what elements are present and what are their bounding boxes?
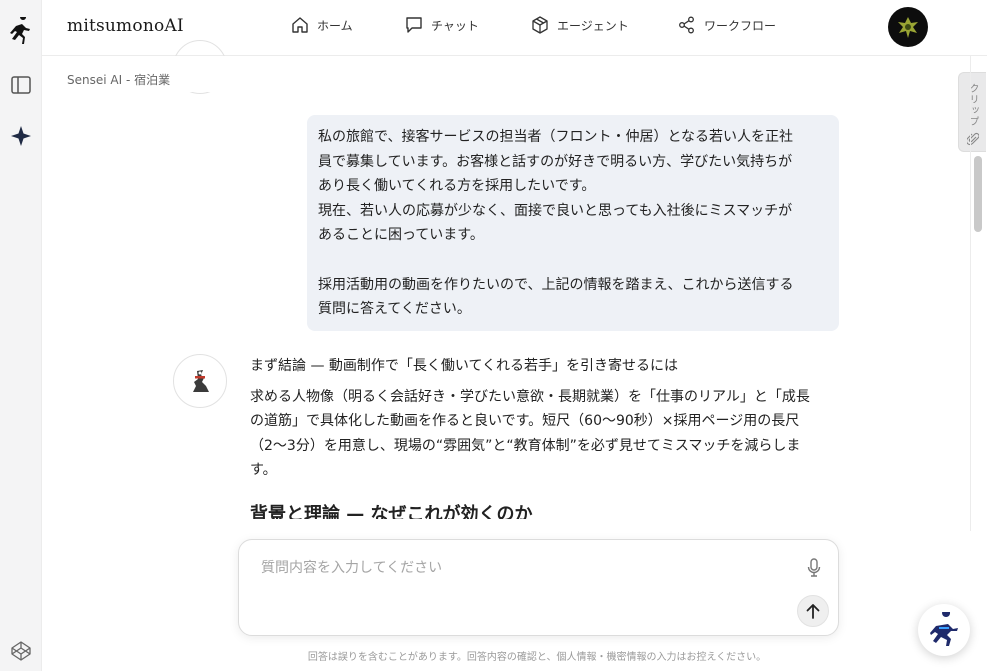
share-icon bbox=[678, 16, 696, 34]
assistant-message: まず結論 — 動画制作で「長く働いてくれる若手」を引き寄せるには 求める人物像（… bbox=[250, 354, 838, 519]
answer-line: の道筋」で具体化した動画を作ると良いです。短尺（60〜90秒）×採用ページ用の長… bbox=[250, 413, 800, 430]
message-line: 質問に答えてください。 bbox=[318, 301, 471, 318]
breadcrumb-overlay: Sensei AI - 宿泊業 bbox=[67, 71, 171, 88]
message-line: 私の旅館で、接客サービスの担当者（フロント・仲居）となる若い人を正社 bbox=[318, 129, 794, 145]
paperclip-icon bbox=[965, 131, 980, 150]
cube-icon bbox=[531, 16, 549, 34]
left-rail bbox=[0, 0, 42, 671]
nav-chat[interactable]: チャット bbox=[405, 16, 479, 34]
help-assistant-button[interactable] bbox=[918, 604, 970, 656]
answer-heading: 背景と理論 — なぜこれが効くのか bbox=[250, 503, 533, 519]
chat-icon bbox=[405, 16, 423, 34]
answer-line: す。 bbox=[250, 462, 277, 479]
answer-line: （2〜3分）を用意し、現場の“雰囲気”と“教育体制”を必ず見せてミスマッチを減ら… bbox=[250, 437, 801, 454]
nav-label: チャット bbox=[431, 18, 479, 33]
nav-label: エージェント bbox=[557, 18, 629, 33]
microphone-icon[interactable] bbox=[803, 556, 825, 580]
scrollbar-thumb[interactable] bbox=[974, 156, 982, 232]
nav-label: ホーム bbox=[317, 18, 353, 33]
message-line: あることに困っています。 bbox=[318, 227, 484, 244]
message-composer bbox=[238, 539, 839, 636]
nav-agent[interactable]: エージェント bbox=[531, 16, 629, 34]
clip-label: クリップ bbox=[967, 83, 978, 127]
sparkle-icon[interactable] bbox=[7, 122, 35, 150]
send-button[interactable] bbox=[797, 595, 829, 627]
sidebar-toggle-icon[interactable] bbox=[7, 71, 35, 99]
home-icon bbox=[291, 16, 309, 34]
message-line: 現在、若い人の応募が少なく、面接で良いと思っても入社後にミスマッチが bbox=[318, 202, 793, 219]
answer-line: 求める人物像（明るく会話好き・学びたい意欲・長期就業）を「仕事のリアル」と「成長 bbox=[250, 388, 810, 405]
answer-lead: まず結論 — 動画制作で「長く働いてくれる若手」を引き寄せるには bbox=[250, 358, 679, 374]
message-line: 採用活動用の動画を作りたいので、上記の情報を踏まえ、これから送信する bbox=[318, 276, 794, 293]
message-line: あり長く働いてくれる方を採用したいです。 bbox=[318, 178, 596, 195]
clip-tab[interactable]: クリップ bbox=[958, 72, 986, 152]
brand-title[interactable]: mitsumonoAI bbox=[67, 16, 184, 36]
scroll-track bbox=[970, 56, 971, 531]
nav-workflow[interactable]: ワークフロー bbox=[678, 16, 776, 34]
user-avatar[interactable] bbox=[888, 7, 928, 47]
ninja-mascot-icon bbox=[930, 612, 958, 646]
nav-label: ワークフロー bbox=[704, 18, 777, 33]
user-message-bubble: 私の旅館で、接客サービスの担当者（フロント・仲居）となる若い人を正社 員で募集し… bbox=[307, 115, 839, 331]
arrow-up-icon bbox=[806, 604, 820, 619]
disclaimer-text: 回答は誤りを含むことがあります。回答内容の確認と、個人情報・機密情報の入力はお控… bbox=[307, 652, 767, 663]
message-line: 員で募集しています。お客様と話すのが好きで明るい方、学びたい気持ちが bbox=[318, 153, 793, 170]
logo-runner-icon[interactable] bbox=[7, 17, 35, 45]
nav-home[interactable]: ホーム bbox=[291, 16, 353, 34]
message-input[interactable] bbox=[261, 556, 781, 580]
assistant-avatar bbox=[173, 354, 227, 408]
